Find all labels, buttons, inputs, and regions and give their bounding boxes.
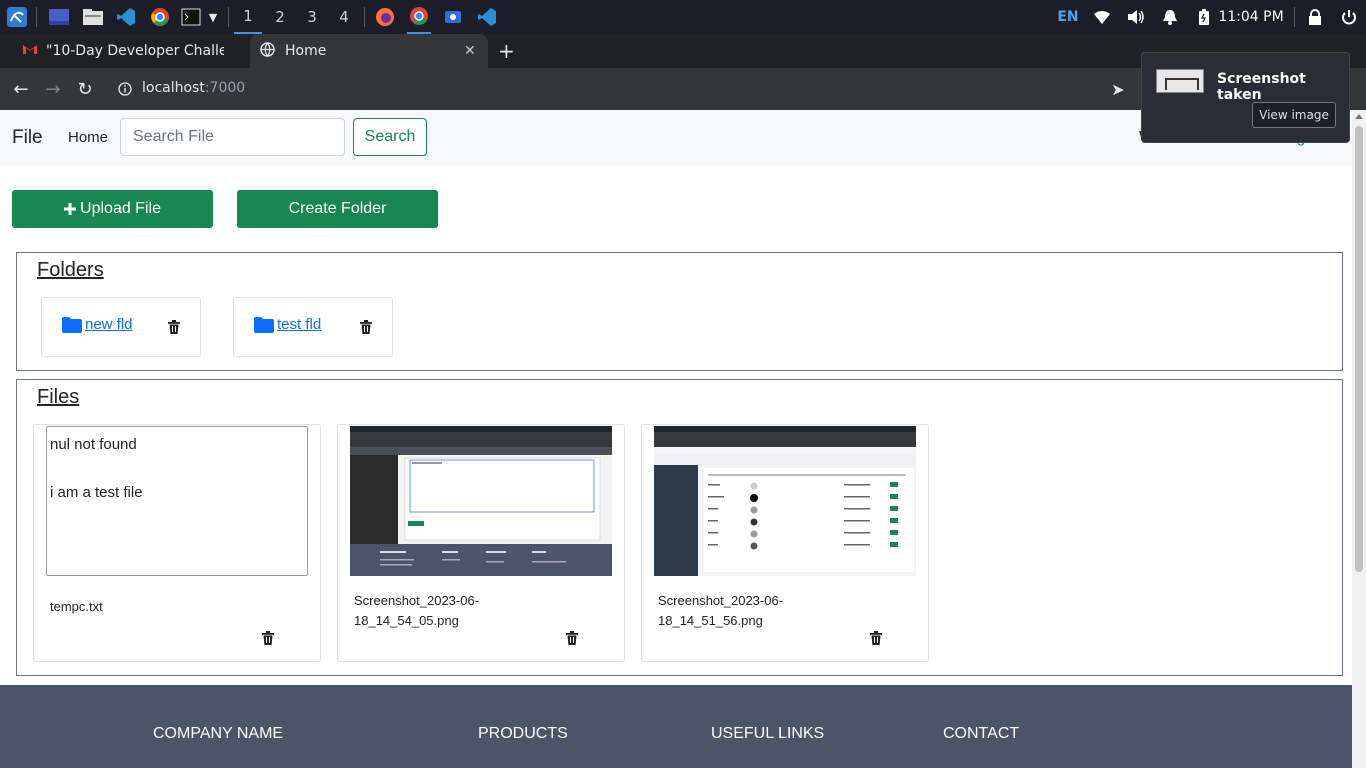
url-host: localhost	[142, 80, 205, 96]
os-taskbar: ▼ 1 2 3 4 EN 11:04 PM	[0, 0, 1366, 34]
screenshot-thumbnail	[1156, 69, 1204, 93]
power-icon[interactable]	[1337, 0, 1361, 34]
folder-card: test fld	[233, 297, 393, 357]
footer-heading-company: COMPANY NAME	[153, 725, 284, 742]
trash-icon[interactable]	[262, 630, 274, 649]
footer-heading-products: PRODUCTS	[478, 725, 568, 742]
firefox-icon[interactable]	[373, 0, 397, 34]
workspace-4[interactable]: 4	[330, 0, 358, 34]
chrome-window-icon[interactable]	[407, 0, 431, 34]
file-name: tempc.txt	[50, 599, 103, 614]
notification-title: Screenshot taken	[1217, 71, 1306, 103]
file-card: nul not found i am a test file tempc.txt	[33, 424, 321, 662]
file-image-preview[interactable]	[654, 426, 916, 576]
view-image-button[interactable]: View image	[1252, 102, 1336, 128]
footer-heading-links: USEFUL LINKS	[711, 725, 825, 742]
upload-file-button[interactable]: Upload File	[12, 190, 213, 228]
info-icon[interactable]	[112, 76, 138, 102]
file-name-line2: 18_14_54_05.png	[354, 613, 459, 628]
screenshot-notification: Screenshot taken View image	[1141, 52, 1350, 143]
back-icon[interactable]: ←	[8, 76, 34, 102]
volume-icon[interactable]	[1124, 0, 1148, 34]
clock[interactable]: 11:04 PM	[1216, 0, 1286, 34]
folder-link[interactable]: new fld	[62, 316, 133, 333]
trash-icon[interactable]	[168, 319, 180, 338]
gmail-icon	[22, 43, 38, 59]
bell-icon[interactable]	[1158, 0, 1182, 34]
folder-card: new fld	[41, 297, 201, 357]
screenshot-app-icon[interactable]	[441, 0, 465, 34]
file-name-line1: Screenshot_2023-06-	[354, 593, 480, 608]
globe-icon	[260, 41, 275, 61]
file-manager-icon[interactable]	[80, 0, 106, 34]
footer-heading-contact: CONTACT	[943, 725, 1020, 742]
file-name-line2: 18_14_51_56.png	[658, 613, 763, 628]
send-icon[interactable]: ➤	[1105, 76, 1131, 102]
folder-link[interactable]: test fld	[254, 316, 321, 333]
folder-name: new fld	[85, 316, 133, 333]
upload-file-label: Upload File	[80, 200, 161, 217]
files-title: Files	[37, 386, 80, 408]
page-scrollbar[interactable]	[1352, 110, 1366, 768]
file-image-preview[interactable]	[350, 426, 612, 576]
folders-section: Folders new fld test fld	[16, 252, 1343, 371]
keyboard-layout[interactable]: EN	[1054, 0, 1082, 34]
tab-gmail[interactable]: "10-Day Developer Challe	[8, 34, 248, 68]
workspace-1[interactable]: 1	[234, 0, 262, 34]
brand[interactable]: File	[12, 127, 43, 149]
plus-icon	[64, 203, 77, 215]
footer: COMPANY NAME PRODUCTS USEFUL LINKS CONTA…	[0, 685, 1352, 768]
kali-menu-icon[interactable]	[4, 0, 30, 34]
tab-title: Home	[285, 43, 327, 59]
close-icon[interactable]: ✕	[464, 43, 476, 59]
show-desktop-icon[interactable]	[46, 0, 72, 34]
trash-icon[interactable]	[870, 630, 882, 649]
trash-icon[interactable]	[360, 319, 372, 338]
tab-home[interactable]: Home ✕	[250, 34, 488, 68]
tab-title: "10-Day Developer Challe	[46, 43, 224, 59]
url-bar[interactable]: localhost:7000	[142, 80, 245, 96]
search-button[interactable]: Search	[353, 118, 427, 156]
new-tab-button[interactable]: +	[498, 34, 520, 68]
trash-icon[interactable]	[566, 630, 578, 649]
file-name-line1: Screenshot_2023-06-	[658, 593, 784, 608]
wifi-icon[interactable]	[1090, 0, 1114, 34]
workspace-3[interactable]: 3	[298, 0, 326, 34]
file-preview-text[interactable]: nul not found i am a test file	[46, 426, 308, 576]
file-name: Screenshot_2023-06- 18_14_51_56.png	[658, 591, 818, 631]
folder-icon	[254, 316, 274, 333]
file-card: Screenshot_2023-06- 18_14_51_56.png	[641, 424, 929, 662]
chrome-icon[interactable]	[147, 0, 173, 34]
scroll-up-icon[interactable]	[1355, 114, 1363, 119]
vscode-window-icon[interactable]	[475, 0, 499, 34]
battery-icon[interactable]	[1192, 0, 1216, 34]
reload-icon[interactable]: ↻	[72, 76, 98, 102]
forward-icon[interactable]: →	[40, 76, 66, 102]
scrollbar-thumb[interactable]	[1355, 126, 1363, 572]
file-card: Screenshot_2023-06- 18_14_54_05.png	[337, 424, 625, 662]
folders-title: Folders	[37, 259, 104, 281]
url-port: :7000	[204, 80, 246, 96]
create-folder-button[interactable]: Create Folder	[237, 190, 438, 228]
chevron-down-icon[interactable]: ▼	[205, 0, 221, 34]
terminal-icon[interactable]	[179, 0, 203, 34]
vscode-icon[interactable]	[113, 0, 139, 34]
nav-home-link[interactable]: Home	[68, 129, 108, 146]
web-page: File Home Search Welcome testuser logout…	[0, 110, 1352, 768]
search-input[interactable]	[120, 118, 345, 156]
workspace-2[interactable]: 2	[266, 0, 294, 34]
files-section: Files nul not found i am a test file tem…	[16, 379, 1343, 676]
folder-icon	[62, 316, 82, 333]
file-name: Screenshot_2023-06- 18_14_54_05.png	[354, 591, 514, 631]
folder-name: test fld	[277, 316, 322, 333]
lock-icon[interactable]	[1303, 0, 1327, 34]
